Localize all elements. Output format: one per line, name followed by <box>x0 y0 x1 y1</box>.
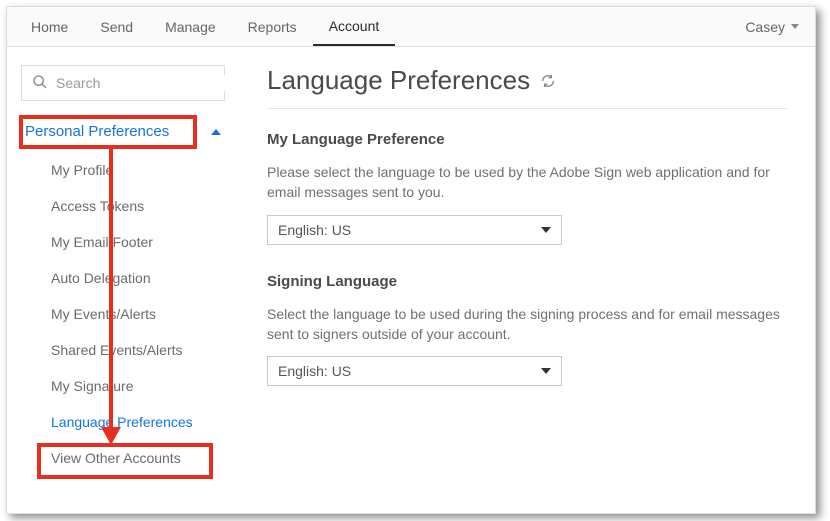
sidebar-item-my-events-alerts[interactable]: My Events/Alerts <box>15 296 231 332</box>
page-title-row: Language Preferences <box>267 65 787 108</box>
user-menu[interactable]: Casey <box>737 19 807 35</box>
sidebar-item-label: Access Tokens <box>51 198 144 214</box>
sidebar: Personal Preferences My Profile Access T… <box>7 47 239 513</box>
main-content: Language Preferences My Language Prefere… <box>239 47 815 513</box>
tab-reports[interactable]: Reports <box>232 7 313 46</box>
sidebar-item-label: Shared Events/Alerts <box>51 342 183 358</box>
tab-label: Account <box>329 18 380 34</box>
select-value: English: US <box>278 363 351 379</box>
search-icon <box>32 74 48 93</box>
sidebar-item-label: Auto Delegation <box>51 270 151 286</box>
chevron-down-icon <box>541 227 551 233</box>
body: Personal Preferences My Profile Access T… <box>7 47 815 513</box>
section-heading: My Language Preference <box>267 131 787 148</box>
chevron-down-icon <box>791 24 799 29</box>
sidebar-item-my-profile[interactable]: My Profile <box>15 152 231 188</box>
refresh-icon[interactable] <box>540 65 556 96</box>
user-name: Casey <box>745 19 785 35</box>
section-description: Select the language to be used during th… <box>267 304 787 345</box>
sidebar-item-label: My Events/Alerts <box>51 306 156 322</box>
app-window: Home Send Manage Reports Account Casey P… <box>6 6 816 514</box>
sidebar-item-label: My Signature <box>51 378 133 394</box>
tab-send[interactable]: Send <box>84 7 149 46</box>
sidebar-item-access-tokens[interactable]: Access Tokens <box>15 188 231 224</box>
chevron-up-icon <box>211 129 221 135</box>
sidebar-item-label: Language Preferences <box>51 414 193 430</box>
top-nav: Home Send Manage Reports Account Casey <box>7 7 815 47</box>
my-language-select[interactable]: English: US <box>267 215 562 245</box>
section-label: Personal Preferences <box>25 123 169 140</box>
page-title: Language Preferences <box>267 65 530 96</box>
sidebar-item-language-preferences[interactable]: Language Preferences <box>15 404 231 440</box>
section-my-language-preference: My Language Preference Please select the… <box>267 131 787 245</box>
divider <box>267 108 787 109</box>
tab-account[interactable]: Account <box>313 7 396 46</box>
section-description: Please select the language to be used by… <box>267 162 787 203</box>
sidebar-item-my-email-footer[interactable]: My Email Footer <box>15 224 231 260</box>
sidebar-item-shared-events-alerts[interactable]: Shared Events/Alerts <box>15 332 231 368</box>
search-input[interactable] <box>56 75 237 91</box>
sidebar-items: My Profile Access Tokens My Email Footer… <box>15 152 231 476</box>
tab-home[interactable]: Home <box>15 7 84 46</box>
tab-label: Send <box>100 19 133 35</box>
section-signing-language: Signing Language Select the language to … <box>267 273 787 387</box>
sidebar-section-personal-preferences[interactable]: Personal Preferences <box>15 117 231 146</box>
tab-label: Reports <box>248 19 297 35</box>
sidebar-item-label: My Email Footer <box>51 234 153 250</box>
chevron-down-icon <box>541 368 551 374</box>
sidebar-item-auto-delegation[interactable]: Auto Delegation <box>15 260 231 296</box>
sidebar-item-my-signature[interactable]: My Signature <box>15 368 231 404</box>
sidebar-item-label: My Profile <box>51 162 113 178</box>
tab-label: Manage <box>165 19 216 35</box>
section-heading: Signing Language <box>267 273 787 290</box>
select-value: English: US <box>278 222 351 238</box>
sidebar-item-view-other-accounts[interactable]: View Other Accounts <box>15 440 231 476</box>
tab-label: Home <box>31 19 68 35</box>
tab-manage[interactable]: Manage <box>149 7 232 46</box>
signing-language-select[interactable]: English: US <box>267 356 562 386</box>
search-box[interactable] <box>21 65 225 101</box>
sidebar-item-label: View Other Accounts <box>51 450 181 466</box>
